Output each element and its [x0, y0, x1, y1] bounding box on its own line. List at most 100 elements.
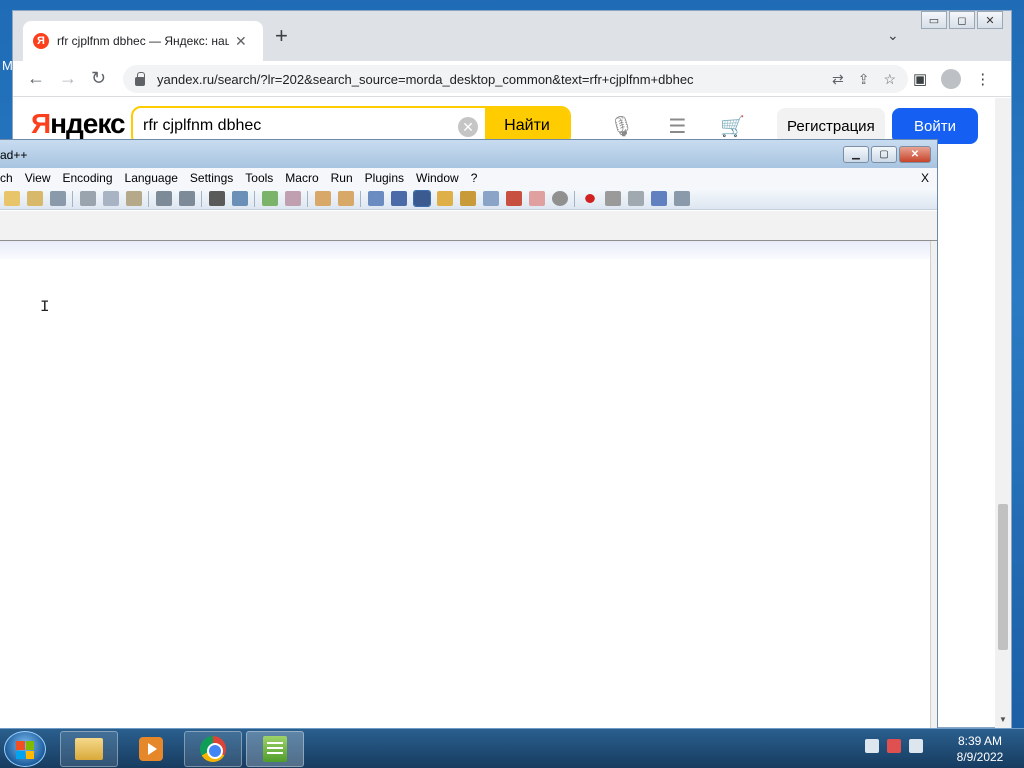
record-macro-icon[interactable]: [584, 194, 595, 203]
system-tray: [865, 739, 923, 753]
yandex-tool-icons: 🎙 ☰ 🛒: [609, 114, 745, 139]
chrome-toolbar: ← → ↻ yandex.ru/search/?lr=202&search_so…: [13, 61, 1011, 97]
notepadpp-title: ad++: [0, 148, 28, 162]
notepadpp-menubar: ch View Encoding Language Settings Tools…: [0, 168, 937, 188]
chrome-menu-icon[interactable]: ⋮: [975, 70, 990, 88]
tab-title: rfr cjplfnm dbhec — Яндекс: нашлось: [57, 34, 229, 48]
editor-scrollbar[interactable]: [930, 241, 937, 729]
toolbar-separator: [307, 190, 308, 207]
forward-arrow-icon[interactable]: →: [59, 69, 77, 87]
browser-tab[interactable]: Я rfr cjplfnm dbhec — Яндекс: нашлось ✕: [23, 21, 263, 61]
cut-icon[interactable]: [79, 191, 96, 206]
tab-close-icon[interactable]: ✕: [235, 33, 247, 50]
toolbar-separator: [148, 190, 149, 207]
menu-run[interactable]: Run: [325, 171, 359, 185]
url-text[interactable]: yandex.ru/search/?lr=202&search_source=m…: [157, 72, 694, 87]
copy-icon[interactable]: [102, 191, 119, 206]
menu-view[interactable]: View: [19, 171, 57, 185]
scrollbar-thumb[interactable]: [998, 504, 1008, 650]
media-player-icon: [139, 737, 163, 761]
find-icon[interactable]: [208, 191, 225, 206]
toolbar-separator: [72, 190, 73, 207]
menu-window[interactable]: Window: [410, 171, 465, 185]
yandex-favicon-icon: Я: [33, 33, 49, 49]
new-tab-button[interactable]: +: [275, 25, 288, 47]
microphone-icon[interactable]: 🎙: [609, 114, 634, 139]
network-icon[interactable]: [865, 739, 879, 753]
yandex-logo[interactable]: Яндекс: [31, 108, 126, 140]
filters-icon[interactable]: ☰: [668, 114, 686, 139]
editor-area[interactable]: [0, 259, 930, 729]
notepadpp-toolbar: [0, 188, 937, 210]
taskbar-explorer[interactable]: [60, 731, 118, 767]
address-bar[interactable]: yandex.ru/search/?lr=202&search_source=m…: [123, 65, 908, 93]
function-list-icon[interactable]: [482, 191, 499, 206]
side-panel-icon[interactable]: ▣: [913, 70, 927, 88]
save-all-icon[interactable]: [26, 191, 43, 206]
lock-icon[interactable]: [135, 71, 145, 86]
print-icon[interactable]: [49, 191, 66, 206]
new-file-icon[interactable]: [3, 191, 20, 206]
user-language-icon[interactable]: [436, 191, 453, 206]
undo-icon[interactable]: [155, 191, 172, 206]
maximize-button[interactable]: ◻: [949, 11, 975, 29]
indent-guide-icon[interactable]: [412, 190, 431, 207]
taskbar-media-player[interactable]: [122, 731, 180, 767]
zoom-in-icon[interactable]: [261, 191, 278, 206]
close-document-button[interactable]: X: [921, 171, 929, 185]
translate-icon[interactable]: ⇄: [832, 71, 844, 88]
start-button[interactable]: [4, 731, 46, 767]
replace-icon[interactable]: [231, 191, 248, 206]
clear-search-icon[interactable]: ✕: [458, 117, 478, 137]
volume-icon[interactable]: [909, 739, 923, 753]
tab-search-chevron-icon[interactable]: ⌄: [887, 27, 899, 44]
redo-icon[interactable]: [178, 191, 195, 206]
text-cursor-icon: I: [40, 298, 50, 316]
menu-tools[interactable]: Tools: [239, 171, 279, 185]
monitoring-icon[interactable]: [528, 191, 545, 206]
back-arrow-icon[interactable]: ←: [27, 69, 45, 87]
menu-encoding[interactable]: Encoding: [56, 171, 118, 185]
taskbar-notepadpp[interactable]: [246, 731, 304, 767]
npp-maximize-button[interactable]: ▢: [871, 146, 897, 163]
menu-macro[interactable]: Macro: [279, 171, 324, 185]
menu-settings[interactable]: Settings: [184, 171, 239, 185]
toolbar-right: ▣ ⋮: [913, 69, 990, 89]
taskbar: 8:39 AM 8/9/2022: [0, 728, 1024, 768]
cart-icon[interactable]: 🛒: [720, 114, 745, 139]
share-icon[interactable]: ⇪: [858, 71, 870, 88]
npp-close-button[interactable]: ✕: [899, 146, 931, 163]
doc-map-icon[interactable]: [459, 191, 476, 206]
notepadpp-icon: [263, 736, 287, 762]
menu-help[interactable]: ?: [465, 171, 484, 185]
folder-workspace-icon[interactable]: [505, 191, 522, 206]
close-button[interactable]: ✕: [977, 11, 1003, 29]
reload-icon[interactable]: ↻: [91, 69, 106, 87]
clock[interactable]: 8:39 AM 8/9/2022: [940, 733, 1020, 765]
sync-horizontal-icon[interactable]: [337, 191, 354, 206]
profile-avatar[interactable]: [941, 69, 962, 89]
show-all-chars-icon[interactable]: [390, 191, 407, 206]
doc-list-icon[interactable]: [551, 191, 568, 206]
menu-plugins[interactable]: Plugins: [359, 171, 410, 185]
menu-search[interactable]: ch: [0, 171, 19, 185]
minimize-button[interactable]: ▭: [921, 11, 947, 29]
menu-language[interactable]: Language: [119, 171, 184, 185]
search-input[interactable]: rfr cjplfnm dbhec: [143, 117, 261, 135]
word-wrap-icon[interactable]: [367, 191, 384, 206]
taskbar-chrome[interactable]: [184, 731, 242, 767]
scroll-down-arrow-icon[interactable]: ▼: [999, 715, 1007, 724]
play-macro-icon[interactable]: [627, 191, 644, 206]
sync-vertical-icon[interactable]: [314, 191, 331, 206]
notepadpp-titlebar[interactable]: ad++ ▁ ▢ ✕: [0, 140, 937, 168]
page-scrollbar[interactable]: ▼: [995, 98, 1011, 728]
run-macro-multiple-icon[interactable]: [650, 191, 667, 206]
document-tab-bar: [0, 211, 937, 241]
bookmark-star-icon[interactable]: ☆: [883, 71, 896, 88]
paste-icon[interactable]: [125, 191, 142, 206]
save-macro-icon[interactable]: [673, 191, 690, 206]
action-center-flag-icon[interactable]: [887, 739, 901, 753]
stop-macro-icon[interactable]: [604, 191, 621, 206]
npp-minimize-button[interactable]: ▁: [843, 146, 869, 163]
zoom-out-icon[interactable]: [284, 191, 301, 206]
